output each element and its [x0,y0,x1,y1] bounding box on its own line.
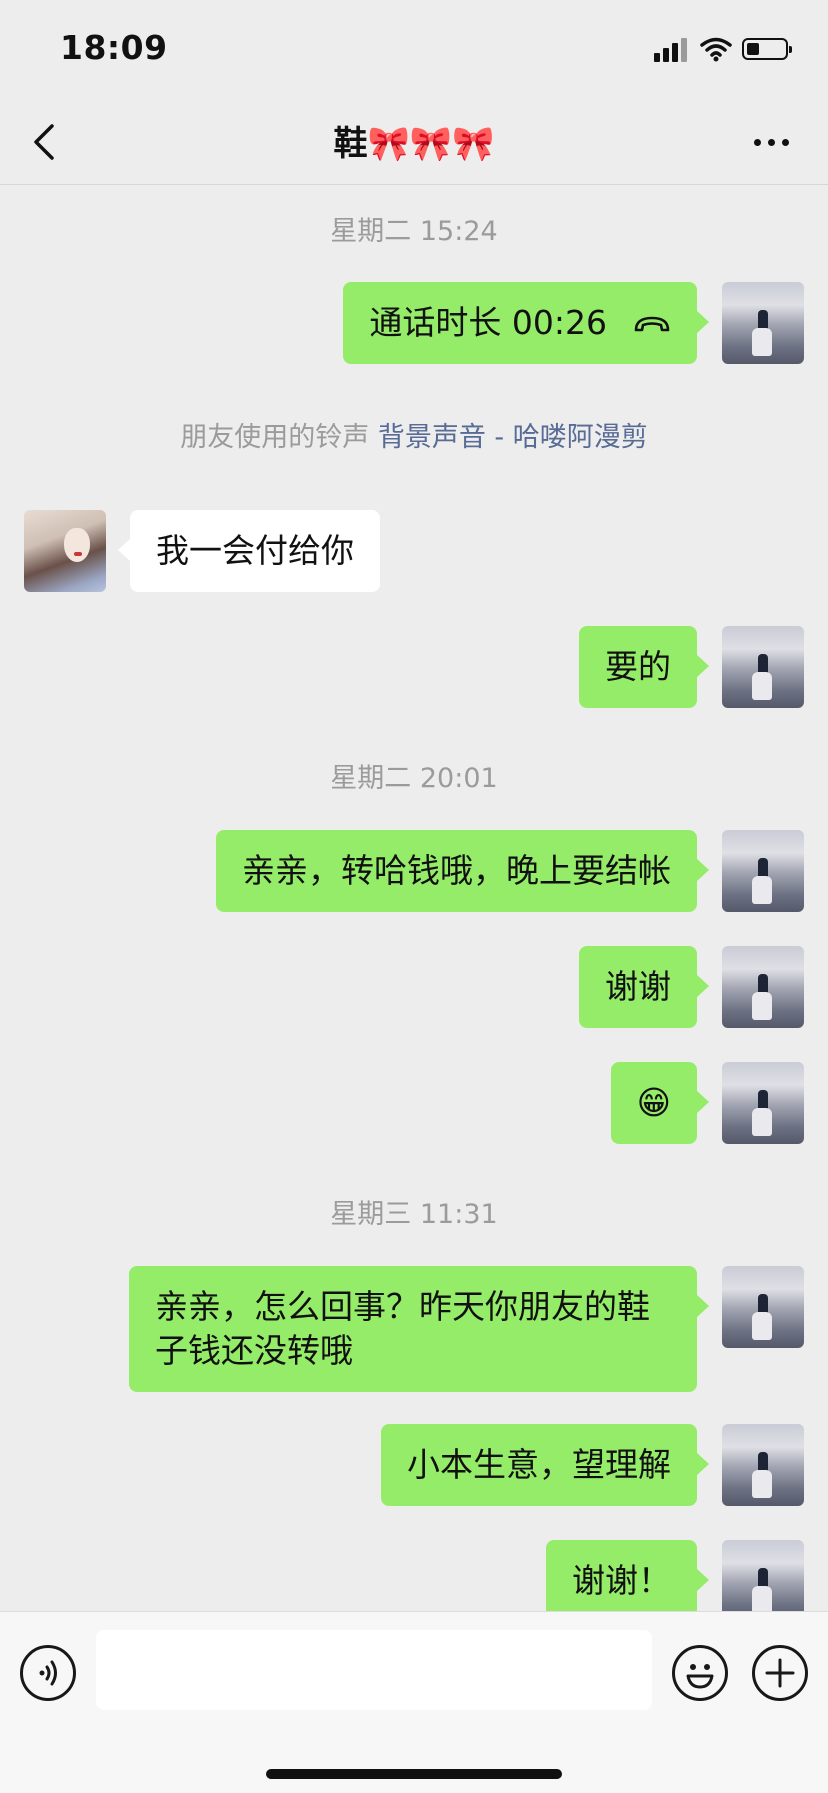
plus-icon [765,1658,795,1688]
my-avatar[interactable] [722,626,804,708]
my-avatar[interactable] [722,1266,804,1348]
status-bar: 18:09 [0,0,828,100]
outgoing-message[interactable]: 要的 [579,626,709,708]
status-time: 18:09 [60,28,168,67]
call-record-bubble[interactable]: 通话时长 00:26 [343,282,709,364]
outgoing-message[interactable]: 亲亲，怎么回事？昨天你朋友的鞋子钱还没转哦 [129,1266,709,1392]
message-list[interactable]: 星期二 15:24 通话时长 00:26 朋友使用的铃声 背景声音 - 哈喽阿漫… [0,185,828,1611]
my-avatar[interactable] [722,830,804,912]
message-input[interactable] [96,1630,652,1710]
incoming-message[interactable]: 我一会付给你 [118,510,380,592]
hang-up-phone-icon [634,316,670,331]
my-avatar[interactable] [722,282,804,364]
my-avatar[interactable] [722,1540,804,1611]
more-options-button[interactable] [748,122,796,162]
ringtone-label: 朋友使用的铃声 [180,422,378,453]
home-indicator[interactable] [266,1769,562,1779]
outgoing-message[interactable]: 谢谢 [579,946,709,1028]
input-bar [0,1611,828,1793]
outgoing-message[interactable]: 亲亲，转哈钱哦，晚上要结帐 [216,830,709,912]
outgoing-emoji-message[interactable]: 😁 [610,1062,710,1144]
cellular-signal-icon [654,38,688,62]
outgoing-message[interactable]: 谢谢！ [546,1540,709,1611]
nav-bar: 鞋🎀🎀🎀 [0,100,828,185]
more-functions-button[interactable] [752,1645,808,1701]
my-avatar[interactable] [722,1424,804,1506]
wifi-icon [700,37,732,62]
timestamp: 星期三 11:31 [330,1199,498,1230]
emoji-button[interactable] [672,1645,728,1701]
timestamp: 星期二 20:01 [330,763,498,794]
friend-avatar[interactable] [24,510,106,592]
ringtone-link[interactable]: 背景声音 - 哈喽阿漫剪 [378,422,648,453]
voice-icon [39,1660,57,1686]
smiley-icon [686,1664,714,1689]
battery-icon [742,38,792,60]
outgoing-message[interactable]: 小本生意，望理解 [381,1424,709,1506]
call-duration-text: 通话时长 00:26 [369,303,607,342]
ringtone-notice: 朋友使用的铃声 背景声音 - 哈喽阿漫剪 [0,415,828,454]
my-avatar[interactable] [722,946,804,1028]
timestamp: 星期二 15:24 [330,216,498,247]
my-avatar[interactable] [722,1062,804,1144]
chat-title: 鞋🎀🎀🎀 [333,124,495,164]
voice-input-button[interactable] [20,1645,76,1701]
